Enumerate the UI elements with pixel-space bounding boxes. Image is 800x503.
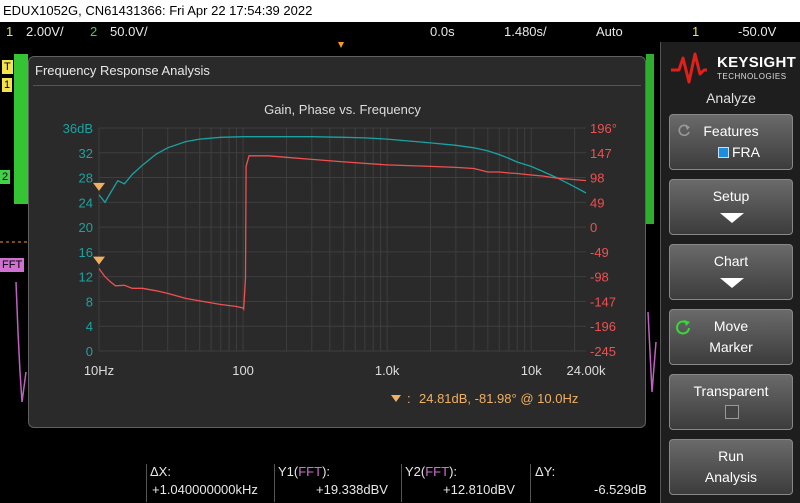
y-right-tick-label: -98 xyxy=(590,270,609,285)
y-left-tick-label: 28 xyxy=(79,171,93,186)
trigger-level-marker[interactable]: T xyxy=(2,60,13,74)
ch2-marker[interactable]: 2 xyxy=(0,170,11,184)
delta-x-value: +1.040000000kHz xyxy=(152,482,258,497)
divider xyxy=(274,464,275,502)
chart-title: Gain, Phase vs. Frequency xyxy=(264,102,421,117)
readout-separator: : xyxy=(407,391,411,406)
marker-label: Marker xyxy=(709,339,753,355)
transparent-label: Transparent xyxy=(693,383,769,399)
x-tick-label: 100 xyxy=(232,363,254,378)
measurement-bar: ΔX: +1.040000000kHz Y1(FFT): +19.338dBV … xyxy=(0,462,660,503)
y-left-tick-label: 0 xyxy=(86,344,93,359)
keysight-wave-icon xyxy=(671,52,707,84)
y-right-tick-label: -49 xyxy=(590,245,609,260)
divider xyxy=(530,464,531,502)
phase-series-line xyxy=(98,155,587,312)
keysight-logo: KEYSIGHT TECHNOLOGIES xyxy=(669,48,797,88)
fft-waveform xyxy=(15,281,27,403)
move-marker-softkey[interactable]: Move Marker xyxy=(669,309,793,365)
run-label: Run xyxy=(718,448,744,464)
submenu-arrow-icon xyxy=(720,213,744,223)
ch1-marker[interactable]: 1 xyxy=(2,78,13,92)
run-analysis-softkey[interactable]: Run Analysis xyxy=(669,439,793,495)
y-right-tick-label: -245 xyxy=(590,344,616,359)
brand-name: KEYSIGHT xyxy=(717,54,797,71)
features-softkey[interactable]: Features FRA xyxy=(669,114,793,170)
y-right-tick-label: -147 xyxy=(590,294,616,309)
features-value: FRA xyxy=(732,144,760,160)
setup-label: Setup xyxy=(712,188,750,204)
ch1-scale[interactable]: 2.00V/ xyxy=(26,22,64,42)
x-tick-label: 24.00k xyxy=(566,363,606,378)
menu-title: Analyze xyxy=(706,90,756,106)
status-bar: 1 2.00V/ 2 50.0V/ 0.0s 1.480s/ Auto 1 -5… xyxy=(0,22,800,42)
chart-softkey[interactable]: Chart xyxy=(669,244,793,300)
divider xyxy=(146,464,147,502)
setup-softkey[interactable]: Setup xyxy=(669,179,793,235)
fra-panel: Frequency Response Analysis 36dB 196° 32 14… xyxy=(28,56,646,428)
trigger-mode[interactable]: Auto xyxy=(596,22,623,42)
ch2-number[interactable]: 2 xyxy=(90,22,97,42)
checkbox-icon xyxy=(718,147,729,158)
trigger-position-marker xyxy=(338,42,344,48)
y2-value: +12.810dBV xyxy=(443,482,515,497)
fft-waveform-right xyxy=(647,311,657,393)
y-left-tick-label: 8 xyxy=(86,294,93,309)
y-left-tick-label: 16 xyxy=(79,245,93,260)
fft-marker[interactable]: FFT xyxy=(0,258,25,272)
ch2-scale[interactable]: 50.0V/ xyxy=(110,22,148,42)
delta-y-label: ΔY: xyxy=(535,464,556,479)
y-right-tick-label: 49 xyxy=(590,195,604,210)
ch2-waveform-right xyxy=(646,54,654,224)
gain-series-line xyxy=(98,136,587,204)
y1-label: Y1(FFT): xyxy=(278,464,331,479)
trigger-level[interactable]: -50.0V xyxy=(738,22,776,42)
brand-subtitle: TECHNOLOGIES xyxy=(717,72,787,81)
checkbox-icon xyxy=(725,405,739,419)
trigger-source[interactable]: 1 xyxy=(692,22,699,42)
y-left-tick-label: 4 xyxy=(86,319,93,334)
delta-x-label: ΔX: xyxy=(150,464,171,479)
y-right-tick-label: 0 xyxy=(590,220,597,235)
time-scale[interactable]: 1.480s/ xyxy=(504,22,547,42)
features-label: Features xyxy=(703,123,759,139)
submenu-arrow-icon xyxy=(720,278,744,288)
x-tick-label: 10k xyxy=(521,363,542,378)
ch1-number[interactable]: 1 xyxy=(6,22,13,42)
ch2-waveform xyxy=(14,54,28,204)
window-title: EDUX1052G, CN61431366: Fri Apr 22 17:54:… xyxy=(0,0,800,22)
y-left-tick-label: 32 xyxy=(79,146,93,161)
time-offset[interactable]: 0.0s xyxy=(430,22,455,42)
fra-chart[interactable]: 36dB 196° 32 147 28 98 24 49 20 0 16 -49 12 -98 8 -147 4… xyxy=(29,57,647,429)
y-right-tick-label: -196 xyxy=(590,319,616,334)
y1-value: +19.338dBV xyxy=(316,482,388,497)
marker-readout: 24.81dB, -81.98° @ 10.0Hz xyxy=(419,391,578,406)
gain-marker-icon xyxy=(93,182,105,191)
y-right-tick-label: 147 xyxy=(590,146,612,161)
x-tick-label: 1.0k xyxy=(375,363,400,378)
transparent-softkey[interactable]: Transparent xyxy=(669,374,793,430)
y2-label: Y2(FFT): xyxy=(405,464,458,479)
delta-y-value: -6.529dB xyxy=(594,482,647,497)
phase-marker-icon xyxy=(93,256,105,265)
softkey-sidebar: KEYSIGHT TECHNOLOGIES Analyze Features F… xyxy=(660,42,800,503)
analysis-label: Analysis xyxy=(704,469,758,485)
y-right-tick-label: 98 xyxy=(590,171,604,186)
y-left-tick-label: 36dB xyxy=(63,121,93,136)
y-left-tick-label: 20 xyxy=(79,220,93,235)
chart-label: Chart xyxy=(713,253,749,269)
y-left-tick-label: 12 xyxy=(79,270,93,285)
x-tick-label: 10Hz xyxy=(84,363,114,378)
y-left-tick-label: 24 xyxy=(79,195,93,210)
y-right-tick-label: 196° xyxy=(590,121,617,136)
divider xyxy=(401,464,402,502)
readout-marker-icon xyxy=(391,395,401,402)
move-label: Move xyxy=(713,318,749,334)
